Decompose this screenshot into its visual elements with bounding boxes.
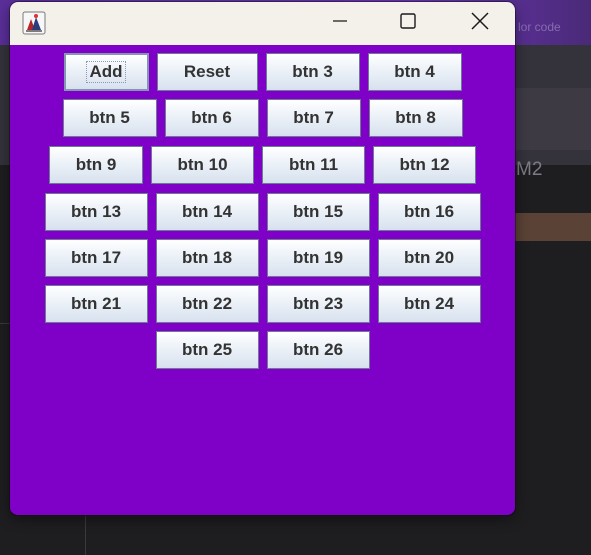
btn-26-button[interactable]: btn 26 (266, 331, 370, 369)
btn-3-button[interactable]: btn 3 (265, 53, 360, 91)
background-partial-label: lor code (518, 20, 561, 34)
btn-16-button[interactable]: btn 16 (377, 193, 481, 231)
btn-20-button[interactable]: btn 20 (377, 239, 481, 277)
background-highlight-strip (515, 213, 591, 241)
content-panel: Add Reset btn 3 btn 4 btn 5 btn 6 btn 7 … (10, 45, 515, 515)
java-app-icon[interactable] (22, 11, 46, 35)
btn-25-button[interactable]: btn 25 (155, 331, 259, 369)
add-button[interactable]: Add (63, 53, 149, 91)
btn-18-button[interactable]: btn 18 (155, 239, 259, 277)
maximize-icon (400, 13, 416, 34)
button-row: btn 17 btn 18 btn 19 btn 20 (10, 239, 515, 277)
background-band (515, 88, 591, 150)
close-icon (471, 12, 489, 35)
btn-12-button[interactable]: btn 12 (373, 146, 476, 184)
btn-6-button[interactable]: btn 6 (164, 99, 259, 137)
maximize-button[interactable] (385, 2, 431, 45)
btn-17-button[interactable]: btn 17 (44, 239, 148, 277)
minimize-button[interactable] (317, 2, 363, 45)
background-partial-label: M2 (516, 159, 543, 180)
minimize-icon (332, 13, 348, 34)
button-row: btn 9 btn 10 btn 11 btn 12 (10, 146, 515, 184)
close-button[interactable] (457, 2, 503, 45)
btn-24-button[interactable]: btn 24 (377, 285, 481, 323)
button-row: btn 21 btn 22 btn 23 btn 24 (10, 285, 515, 323)
btn-9-button[interactable]: btn 9 (49, 146, 143, 184)
btn-5-button[interactable]: btn 5 (62, 99, 157, 137)
btn-4-button[interactable]: btn 4 (367, 53, 462, 91)
background-divider (0, 323, 10, 324)
title-bar[interactable] (10, 2, 515, 45)
btn-15-button[interactable]: btn 15 (266, 193, 370, 231)
btn-8-button[interactable]: btn 8 (368, 99, 463, 137)
btn-22-button[interactable]: btn 22 (155, 285, 259, 323)
app-window: Add Reset btn 3 btn 4 btn 5 btn 6 btn 7 … (10, 2, 515, 515)
btn-23-button[interactable]: btn 23 (266, 285, 370, 323)
button-row: btn 25 btn 26 (10, 331, 515, 369)
button-row: btn 13 btn 14 btn 15 btn 16 (10, 193, 515, 231)
btn-10-button[interactable]: btn 10 (151, 146, 254, 184)
btn-7-button[interactable]: btn 7 (266, 99, 361, 137)
btn-14-button[interactable]: btn 14 (155, 193, 259, 231)
btn-11-button[interactable]: btn 11 (262, 146, 365, 184)
background-divider (85, 515, 86, 555)
add-button-label: Add (86, 61, 126, 83)
button-row: Add Reset btn 3 btn 4 (10, 53, 515, 91)
btn-13-button[interactable]: btn 13 (44, 193, 148, 231)
reset-button[interactable]: Reset (156, 53, 258, 91)
btn-19-button[interactable]: btn 19 (266, 239, 370, 277)
button-row: btn 5 btn 6 btn 7 btn 8 (10, 99, 515, 137)
btn-21-button[interactable]: btn 21 (44, 285, 148, 323)
